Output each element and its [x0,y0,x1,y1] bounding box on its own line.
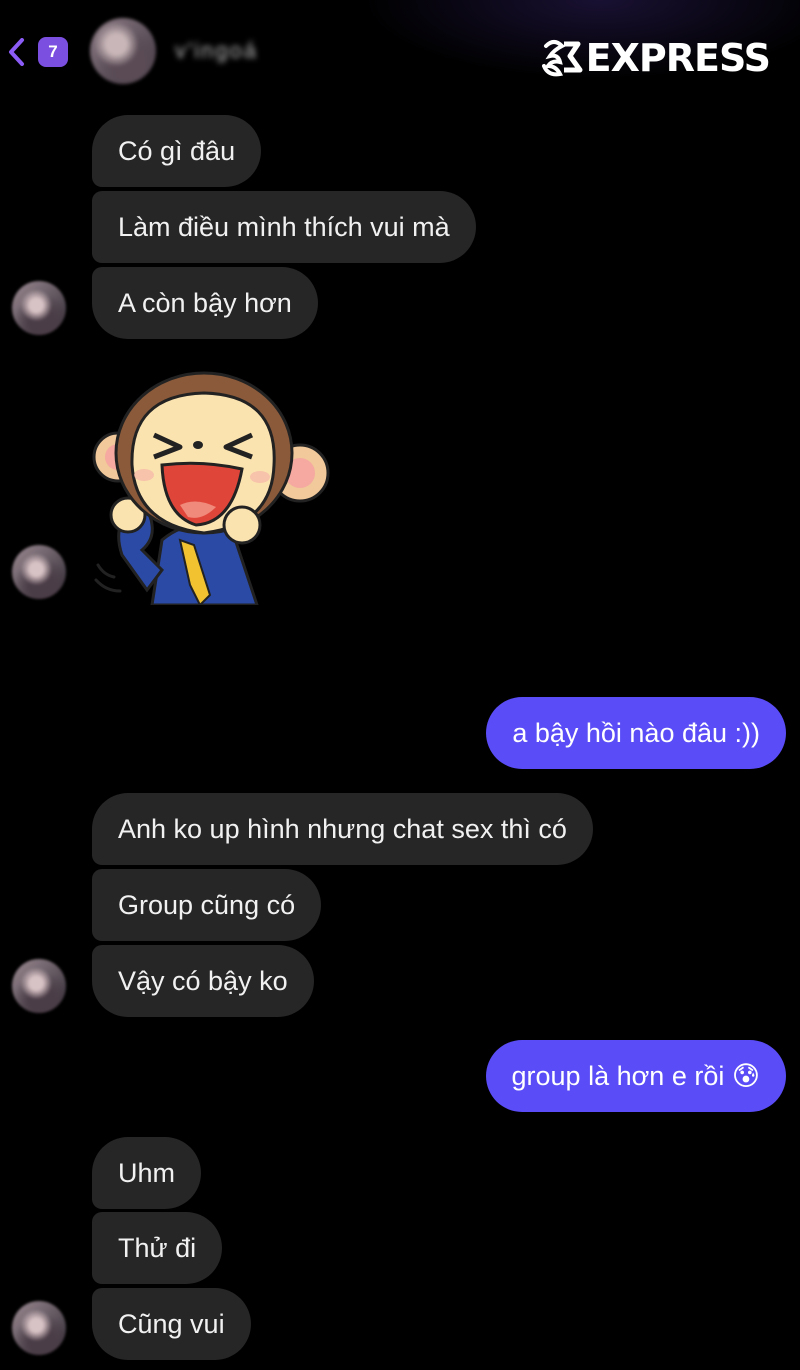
outgoing-message-bubble[interactable]: a bậy hồi nào đâu :)) [486,697,786,769]
contact-name[interactable]: v'ingoá [175,38,258,68]
incoming-message-bubble[interactable]: Anh ko up hình nhưng chat sex thì có [92,793,593,865]
laughing-monkey-sticker[interactable] [92,365,337,605]
incoming-message-bubble[interactable]: Làm điều mình thích vui mà [92,191,476,263]
unread-count-badge: 7 [38,37,68,67]
incoming-message-bubble[interactable]: Có gì đâu [92,115,262,187]
watermark-text: EXPRESS [585,36,771,80]
incoming-message-bubble[interactable]: Cũng vui [92,1288,251,1360]
watermark-logo: EXPRESS [540,36,771,80]
incoming-message-bubble[interactable]: Vậy có bậy ko [92,945,314,1017]
incoming-message-bubble[interactable]: Uhm [92,1137,202,1209]
sender-avatar[interactable] [12,1301,66,1355]
incoming-message-bubble[interactable]: A còn bậy hơn [92,267,318,339]
incoming-message-bubble[interactable]: Group cũng có [92,869,322,941]
chat-header: 7 v'ingoá EXPRESS [0,0,800,100]
sender-avatar[interactable] [12,281,66,335]
express-logo-icon [541,40,583,77]
chevron-left-icon [9,38,24,66]
contact-avatar[interactable] [90,18,156,84]
incoming-message-bubble[interactable]: Thử đi [92,1212,223,1284]
back-button[interactable]: 7 [6,34,76,70]
sender-avatar[interactable] [12,545,66,599]
outgoing-message-bubble[interactable]: group là hơn e rồi 😰 [485,1040,786,1112]
sender-avatar[interactable] [12,959,66,1013]
